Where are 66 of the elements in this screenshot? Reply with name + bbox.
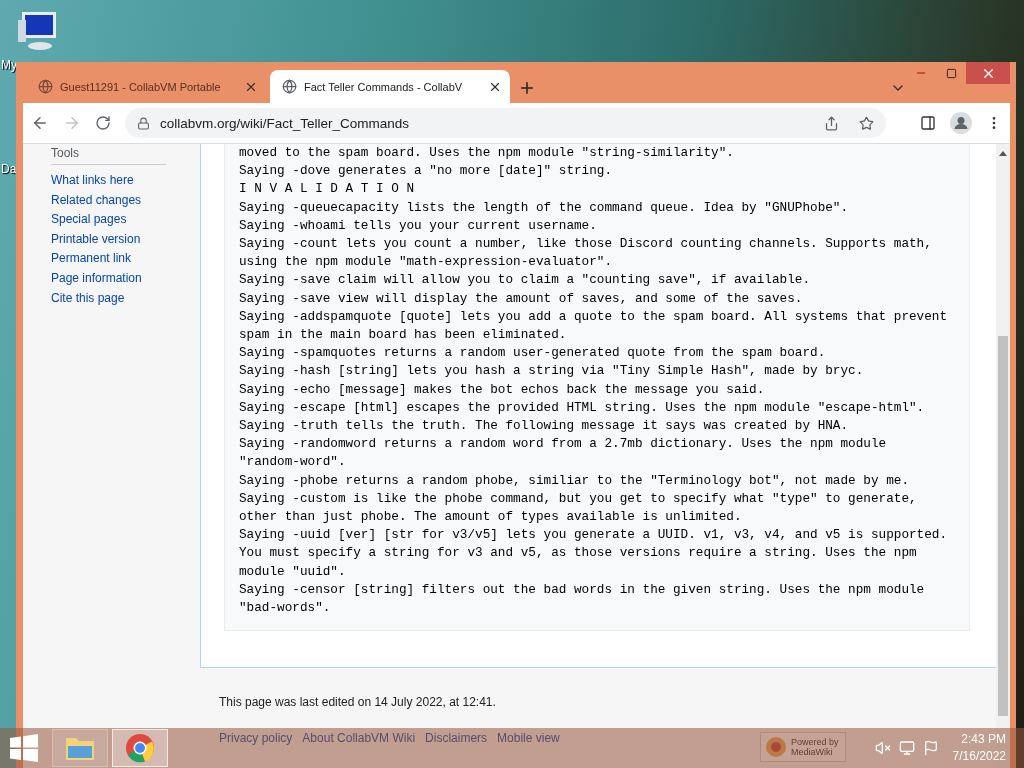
code-line: "bad-words". <box>239 599 332 618</box>
browser-tab[interactable]: Guest11291 - CollabVM Portable <box>26 70 266 103</box>
sidebar-link[interactable]: Page information <box>51 268 200 289</box>
code-line: Saying -save claim will allow you to claim a "counting save", if available. <box>239 271 812 290</box>
chrome-icon <box>125 733 155 763</box>
scrollbar-thumb[interactable] <box>998 336 1008 716</box>
back-icon[interactable] <box>31 114 49 132</box>
reload-icon[interactable] <box>95 115 111 131</box>
code-line: Saying -phobe returns a random phobe, similiar to the "Terminology bot", not made by me. <box>239 471 910 490</box>
desktop-icon-label: My <box>1 58 17 72</box>
sidebar-link[interactable]: Permanent link <box>51 249 200 269</box>
code-line: moved to the spam board. Uses the npm module "string-similarity". <box>239 144 735 162</box>
code-line: using the npm module "math-expression-evaluator". <box>239 253 614 272</box>
code-line: other than just phobe. The amount of types available is unlimited. <box>239 508 743 527</box>
bookmark-star-icon[interactable] <box>859 115 874 131</box>
flag-icon[interactable] <box>922 740 939 756</box>
windows-start-icon[interactable] <box>10 734 38 762</box>
powered-by-text: Powered by <box>791 737 839 748</box>
code-line: spam in the main board has been eliminated. <box>239 326 568 345</box>
maximize-icon <box>945 67 957 79</box>
code-line: You must specify a string for v3 and v5, as those versions require a string. Uses the npm <box>239 544 918 563</box>
side-panel-icon[interactable] <box>920 115 936 131</box>
code-line: Saying -truth tells the truth. The following message it says was created by HNA. <box>239 417 850 436</box>
desktop-icon-label: Da <box>1 162 17 176</box>
code-line: Saying -addspamquote [quote] lets you add a quote to the spam board. All systems that prevent <box>239 307 949 326</box>
globe-icon <box>282 79 297 94</box>
close-button[interactable] <box>966 62 1010 84</box>
code-line: "random-word". <box>239 453 347 472</box>
powered-by-badge[interactable]: Powered by MediaWiki <box>760 732 846 763</box>
url-text: collabvm.org/wiki/Fact_Teller_Commands <box>160 115 411 131</box>
globe-icon <box>38 79 53 94</box>
code-line: Saying -queuecapacity lists the length of the command queue. Idea by "GNUPhobe". <box>239 198 850 217</box>
network-icon[interactable] <box>898 740 915 756</box>
sidebar-link[interactable]: Special pages <box>51 210 200 230</box>
tab-title: Fact Teller Commands - CollabV <box>304 80 464 93</box>
code-line: Saying -censor [string] filters out the bad words in the given string. Uses the npm module <box>239 580 926 599</box>
code-line: Saying -dove generates a "no more [date]" string. <box>239 162 614 181</box>
code-line: Saying -custom is like the phobe command, but you get to specify what "type" to generate, <box>239 489 918 508</box>
code-line: Saying -hash [string] lets you hash a string via "Tiny Simple Hash", made by bryc. <box>239 362 865 381</box>
share-icon[interactable] <box>824 115 839 131</box>
sidebar-link[interactable]: Cite this page <box>51 288 200 309</box>
taskbar-app[interactable] <box>112 729 168 767</box>
sidebar-link[interactable]: Related changes <box>51 190 200 211</box>
address-bar[interactable]: collabvm.org/wiki/Fact_Teller_Commands <box>125 108 886 138</box>
sidebar-link[interactable]: Printable version <box>51 229 200 250</box>
code-line: module "uuid". <box>239 562 347 581</box>
muted-speaker-icon[interactable] <box>874 740 891 756</box>
sidebar-link[interactable]: What links here <box>51 171 200 191</box>
browser-tab[interactable]: Fact Teller Commands - CollabV <box>270 70 510 103</box>
code-line: Saying -echo [message] makes the bot echos back the message you said. <box>239 380 766 399</box>
tab-title: Guest11291 - CollabVM Portable <box>60 80 222 93</box>
code-line: Saying -spamquotes returns a random user-generated quote from the spam board. <box>239 344 827 363</box>
new-tab-icon[interactable] <box>518 79 536 97</box>
code-line: Saying -whoami tells you your current username. <box>239 216 598 235</box>
mediawiki-text: MediaWiki <box>791 747 833 758</box>
code-line: Saying -escape [html] escapes the provided HTML string. Uses the npm module "escape-html". <box>239 398 926 417</box>
code-line: Saying -uuid [ver] [str for v3/v5] lets you generate a UUID. v1, v3, v4, and v5 is supported. <box>239 526 949 545</box>
last-edited-text: This page was last edited on 14 July 2022, at 12:41. <box>219 695 497 710</box>
sidebar-heading: Tools <box>51 146 166 165</box>
code-line: I N V A L I D A T I O N <box>239 180 416 199</box>
lock-icon <box>137 116 150 130</box>
code-line: Saying -randomword returns a random word from a 2.7mb dictionary. Uses the npm module <box>239 435 888 454</box>
code-line: Saying -save view will display the amount of saves, and some of the saves. <box>239 289 804 308</box>
profile-icon[interactable] <box>950 112 972 134</box>
scroll-up-icon[interactable] <box>999 150 1007 156</box>
code-line: Saying -count lets you count a number, like those Discord counting channels. Supports math, <box>239 235 933 253</box>
